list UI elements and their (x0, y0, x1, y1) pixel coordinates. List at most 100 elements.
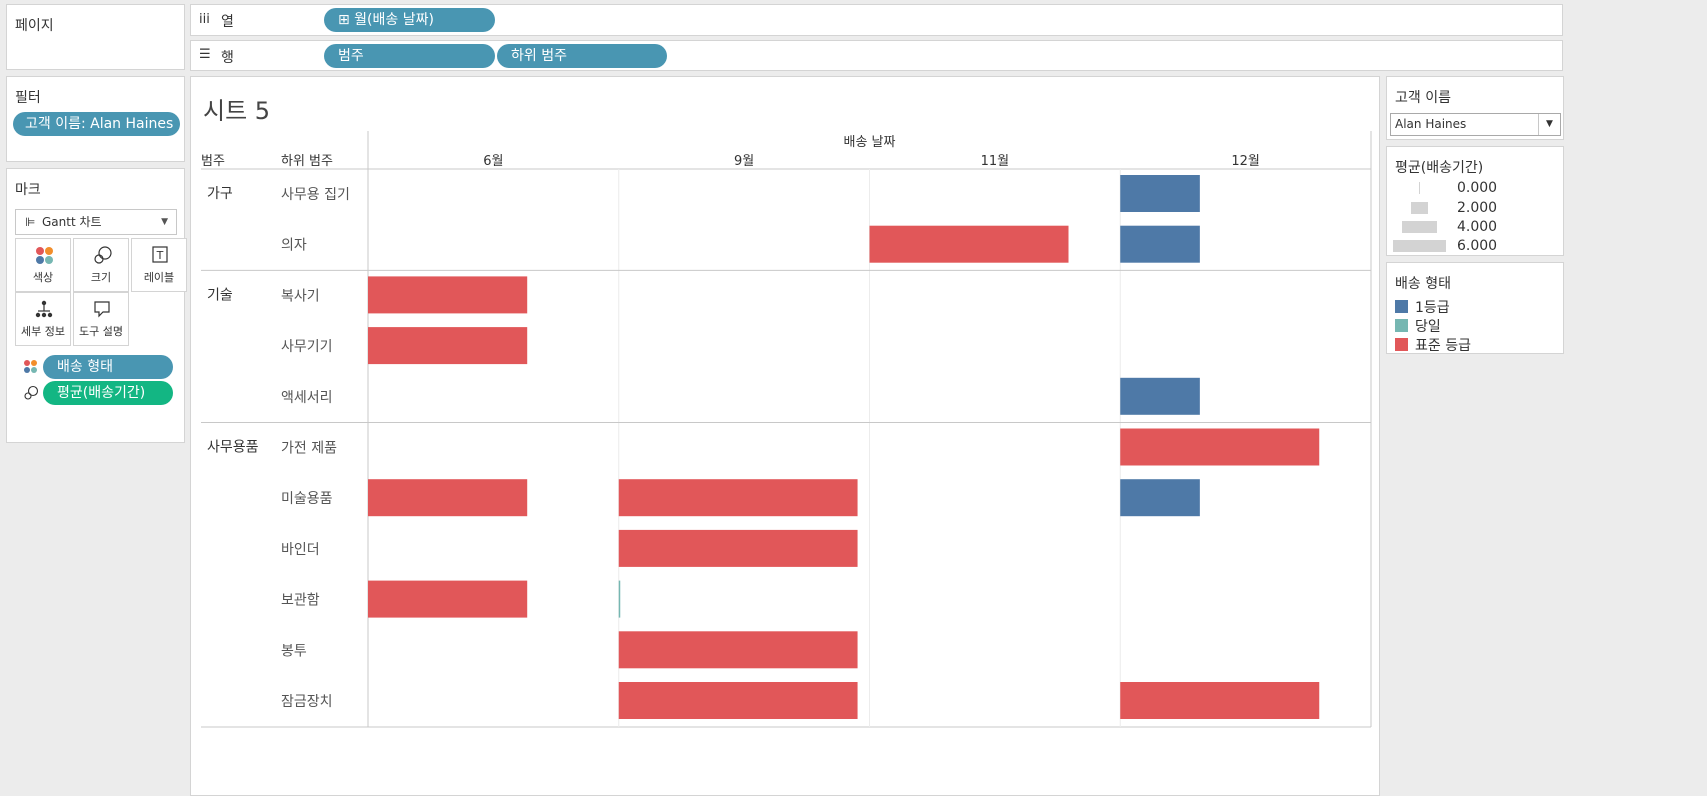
svg-text:T: T (156, 249, 164, 262)
month-header: 11월 (981, 154, 1010, 169)
marks-color-button[interactable]: 색상 (15, 238, 71, 292)
subcategory-label: 복사기 (281, 288, 320, 304)
customer-filter-dropdown[interactable]: Alan Haines ▼ (1390, 113, 1561, 136)
subcategory-label: 사무용 집기 (281, 187, 350, 203)
marks-field-ship-mode[interactable]: 배송 형태 (43, 355, 173, 379)
columns-shelf-label: 열 (221, 14, 234, 30)
rows-icon: ☰ (199, 47, 211, 62)
size-legend-value: 6.000 (1457, 238, 1498, 254)
month-header: 9월 (734, 154, 754, 169)
marks-detail-label: 세부 정보 (21, 325, 65, 338)
color-icon (36, 247, 53, 264)
marks-card: 마크 ⊫ Gantt 차트 ▼ 색상 크기 T 레이블 세부 정보 도구 설명 … (6, 168, 187, 443)
legend-label[interactable]: 1등급 (1415, 297, 1450, 317)
size-legend-value: 0.000 (1457, 180, 1498, 196)
subcategory-label: 바인더 (281, 542, 320, 558)
category-label: 기술 (207, 287, 233, 303)
mark-type-dropdown[interactable]: ⊫ Gantt 차트 ▼ (15, 209, 177, 235)
columns-pill-ship-month[interactable]: ⊞ 월(배송 날짜) (324, 8, 495, 32)
detail-icon (35, 300, 53, 318)
column-header-title: 배송 날짜 (844, 135, 896, 150)
size-icon (94, 246, 112, 264)
legend-swatch-standard[interactable] (1395, 338, 1408, 351)
subcategory-label: 보관함 (281, 593, 320, 609)
tooltip-icon (94, 301, 110, 318)
size-legend-card: 평균(배송기간) 0.000 2.000 4.000 6.000 (1386, 146, 1564, 256)
customer-filter-title: 고객 이름 (1395, 90, 1451, 106)
gantt-bar (1120, 428, 1320, 466)
size-legend-value: 4.000 (1457, 219, 1498, 235)
subcategory-label: 미술용품 (281, 491, 333, 507)
marks-label-label: 레이블 (143, 271, 175, 284)
filter-pill-customer[interactable]: 고객 이름: Alan Haines (13, 112, 180, 136)
size-swatch-2 (1402, 221, 1437, 233)
rows-pill-category[interactable]: 범주 (324, 44, 495, 68)
marks-label-button[interactable]: T 레이블 (131, 238, 187, 292)
legend-swatch-first-class[interactable] (1395, 300, 1408, 313)
gantt-bar (1120, 377, 1200, 415)
category-label: 사무용품 (207, 440, 259, 456)
gantt-bar (368, 276, 528, 314)
columns-shelf[interactable]: iii 열 ⊞ 월(배송 날짜) (190, 4, 1563, 36)
pages-shelf-title: 페이지 (15, 18, 54, 34)
gantt-bar (618, 580, 621, 618)
gantt-bar (368, 327, 528, 365)
color-legend-card: 배송 형태 1등급 당일 표준 등급 (1386, 262, 1564, 354)
marks-field-avg-duration[interactable]: 평균(배송기간) (43, 381, 173, 405)
filters-card[interactable]: 필터 고객 이름: Alan Haines (6, 76, 185, 162)
chevron-down-icon: ▼ (161, 217, 168, 227)
marks-size-button[interactable]: 크기 (73, 238, 129, 292)
gantt-bar (1120, 225, 1200, 263)
size-icon (24, 385, 39, 400)
color-icon (24, 360, 37, 373)
marks-color-label: 색상 (32, 271, 54, 284)
subcategory-label: 액세서리 (281, 390, 333, 406)
row-header-subcategory: 하위 범주 (281, 154, 333, 169)
rows-shelf-label: 행 (221, 50, 234, 66)
mark-type-label: Gantt 차트 (42, 215, 102, 229)
marks-detail-button[interactable]: 세부 정보 (15, 292, 71, 346)
legend-label[interactable]: 표준 등급 (1415, 335, 1471, 355)
marks-size-label: 크기 (90, 271, 112, 284)
gantt-bar (618, 529, 858, 567)
gantt-icon: ⊫ (25, 215, 36, 229)
gantt-bar (368, 479, 528, 517)
month-header: 6월 (483, 154, 503, 169)
rows-pill-subcategory[interactable]: 하위 범주 (497, 44, 667, 68)
row-header-category: 범주 (201, 154, 225, 169)
customer-filter-card: 고객 이름 Alan Haines ▼ (1386, 76, 1564, 140)
size-legend-value: 2.000 (1457, 200, 1498, 216)
label-icon: T (152, 246, 168, 263)
pages-shelf[interactable]: 페이지 (6, 4, 185, 70)
gantt-bar (869, 225, 1069, 263)
customer-filter-value: Alan Haines (1395, 117, 1467, 131)
columns-icon: iii (199, 12, 210, 27)
subcategory-label: 가전 제품 (281, 441, 337, 457)
marks-tooltip-button[interactable]: 도구 설명 (73, 292, 129, 346)
chevron-down-icon: ▼ (1538, 114, 1560, 135)
gantt-bar (618, 479, 858, 517)
legend-label[interactable]: 당일 (1415, 316, 1441, 336)
color-legend-title: 배송 형태 (1395, 276, 1451, 292)
sheet-view: 시트 5 범주 하위 범주 배송 날짜 6월 9월 11월 12월 가구 사무용 집기 의자 기술 복… (190, 76, 1380, 796)
legend-swatch-same-day[interactable] (1395, 319, 1408, 332)
gantt-bar (618, 682, 858, 719)
size-swatch-0 (1419, 182, 1420, 194)
marks-tooltip-label: 도구 설명 (79, 325, 123, 338)
gantt-bar (618, 631, 858, 669)
size-swatch-1 (1411, 202, 1428, 214)
subcategory-label: 봉투 (281, 643, 307, 659)
gantt-bar (1120, 682, 1320, 719)
size-swatch-3 (1393, 240, 1446, 252)
marks-title: 마크 (15, 182, 41, 198)
subcategory-label: 의자 (281, 238, 307, 254)
rows-shelf[interactable]: ☰ 행 범주 하위 범주 (190, 40, 1563, 71)
subcategory-label: 잠금장치 (281, 694, 333, 710)
month-header: 12월 (1231, 154, 1260, 169)
subcategory-label: 사무기기 (281, 339, 333, 355)
gantt-bar (1120, 175, 1200, 212)
gantt-bar (368, 580, 528, 618)
size-legend-title: 평균(배송기간) (1395, 160, 1484, 176)
gantt-chart: 범주 하위 범주 배송 날짜 6월 9월 11월 12월가구 사무용 집기의자기술 복사기사무기… (201, 131, 1372, 728)
gantt-bar (1120, 479, 1200, 517)
